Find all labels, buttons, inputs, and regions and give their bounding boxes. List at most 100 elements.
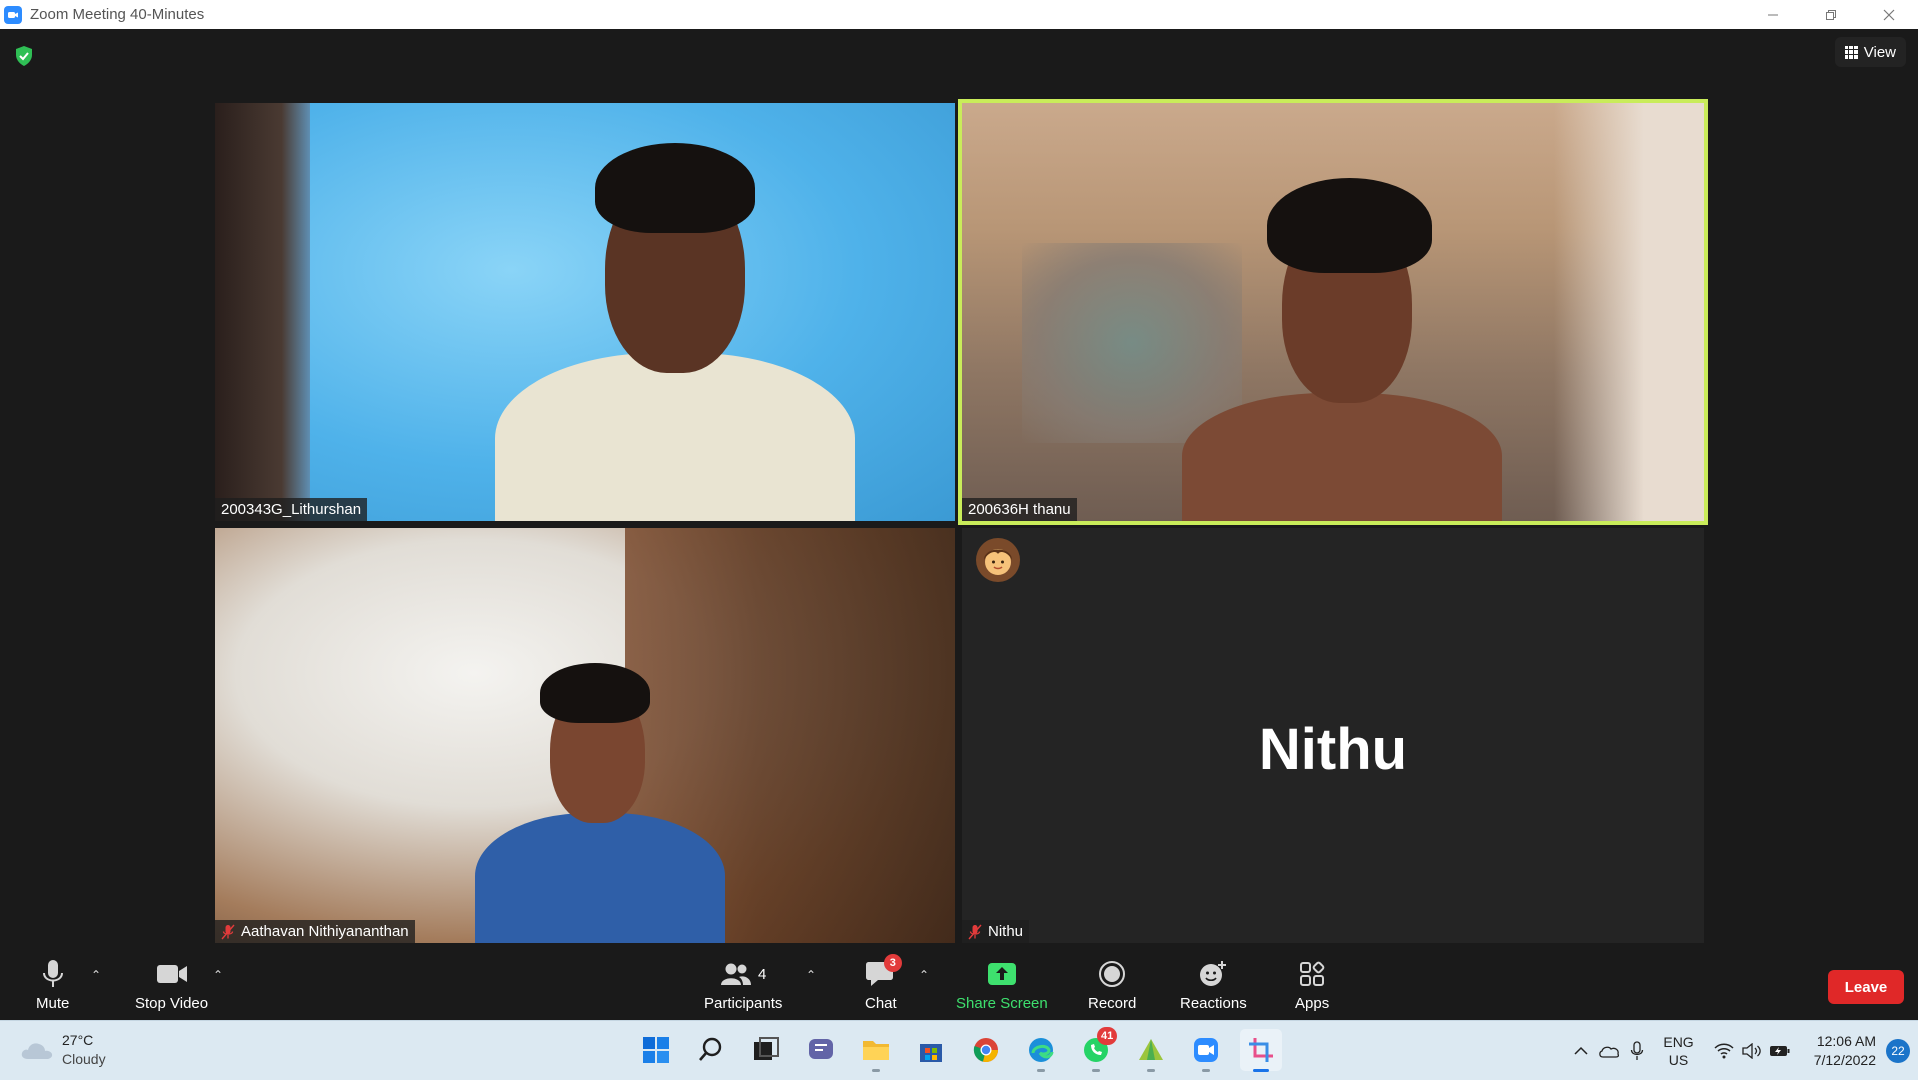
video-off-display-name: Nithu (1258, 717, 1408, 782)
snipping-tool-icon (1249, 1038, 1273, 1062)
video-tile-lithurshan[interactable]: 200343G_Lithurshan (215, 103, 955, 521)
participant-name: 200343G_Lithurshan (221, 501, 362, 518)
zoom-taskbar-button[interactable] (1185, 1029, 1227, 1072)
microphone-tray-button[interactable] (1623, 1037, 1651, 1065)
mute-label: Mute (36, 995, 70, 1012)
stop-video-label: Stop Video (135, 995, 209, 1012)
record-icon (1099, 961, 1126, 987)
restore-button[interactable] (1802, 0, 1860, 29)
record-label: Record (1088, 995, 1137, 1012)
participant-video (495, 123, 855, 521)
weather-condition: Cloudy (62, 1051, 106, 1067)
video-camera-icon (156, 965, 187, 983)
audio-options-caret-icon[interactable]: ⌃ (91, 968, 101, 982)
participant-name-label: Nithu (962, 920, 1030, 943)
view-label: View (1863, 43, 1896, 61)
participant-name: Nithu (988, 923, 1024, 940)
chat-options-caret-icon[interactable]: ⌃ (919, 968, 929, 982)
reactions-label: Reactions (1180, 995, 1247, 1012)
mic-muted-icon (968, 924, 982, 939)
clock-date: 7/12/2022 (1813, 1052, 1876, 1068)
task-view-icon (754, 1037, 779, 1060)
stop-video-button[interactable]: Stop Video (135, 958, 208, 1012)
weather-widget[interactable]: 27°C Cloudy (20, 1031, 106, 1069)
volume-button[interactable] (1738, 1037, 1766, 1065)
window-title: Zoom Meeting 40-Minutes (30, 6, 205, 23)
zoom-window: Zoom Meeting 40-Minutes View 200343G_Lit… (0, 0, 1918, 1080)
clock-time: 12:06 AM (1816, 1033, 1876, 1049)
show-hidden-icons-button[interactable] (1567, 1037, 1595, 1065)
participant-name: 200636H thanu (968, 501, 1071, 518)
zoom-icon (1194, 1038, 1218, 1062)
zoom-app-icon (4, 5, 22, 24)
edge-button[interactable] (1020, 1029, 1062, 1072)
meeting-controls: Mute ⌃ Stop Video ⌃ 4 Participants ⌃ 3 C… (0, 948, 1918, 1020)
chat-label: Chat (865, 995, 897, 1012)
view-button[interactable]: View (1834, 37, 1906, 67)
language-indicator[interactable]: ENG US (1663, 1033, 1693, 1069)
participants-button[interactable]: 4 Participants (704, 958, 782, 1012)
file-explorer-button[interactable] (855, 1029, 897, 1072)
participant-name-label: 200343G_Lithurshan (215, 498, 368, 521)
chat-button[interactable]: 3 Chat (865, 954, 902, 1012)
background-door (215, 103, 310, 521)
language-code: ENG (1663, 1034, 1694, 1050)
mic-muted-icon (221, 924, 235, 939)
battery-button[interactable] (1766, 1037, 1794, 1065)
record-button[interactable]: Record (1088, 958, 1136, 1012)
minimize-button[interactable] (1744, 0, 1802, 29)
notification-count-badge[interactable]: 22 (1886, 1039, 1910, 1063)
restore-icon (1826, 9, 1836, 20)
chevron-up-icon (1574, 1046, 1588, 1055)
share-screen-button[interactable]: Share Screen (956, 958, 1048, 1012)
whatsapp-button[interactable]: 41 (1075, 1027, 1118, 1072)
onedrive-button[interactable] (1595, 1037, 1623, 1065)
weather-temperature: 27°C (62, 1032, 94, 1048)
taskbar-pinned-apps: 41 (635, 1027, 1282, 1072)
chrome-icon (973, 1038, 998, 1062)
participants-label: Participants (704, 995, 783, 1012)
video-tile-thanu[interactable]: 200636H thanu (958, 99, 1708, 525)
windows-start-icon (643, 1037, 669, 1063)
microsoft-store-button[interactable] (910, 1029, 952, 1071)
apps-button[interactable]: Apps (1295, 958, 1329, 1012)
mute-button[interactable]: Mute (36, 958, 69, 1012)
participant-video (445, 648, 745, 943)
leave-button[interactable]: Leave (1828, 970, 1904, 1004)
clock[interactable]: 12:06 AM 7/12/2022 (1814, 1032, 1876, 1070)
title-bar: Zoom Meeting 40-Minutes (0, 0, 1918, 29)
share-screen-label: Share Screen (956, 995, 1048, 1012)
search-button[interactable] (690, 1029, 732, 1071)
wifi-button[interactable] (1710, 1037, 1738, 1065)
teams-chat-button[interactable] (800, 1029, 842, 1071)
windows-taskbar: 27°C Cloudy 41 ENG US 12:06 AM 7/12/2022… (0, 1020, 1918, 1080)
video-tile-nithu[interactable]: Nithu Nithu (962, 528, 1704, 943)
close-button[interactable] (1860, 0, 1918, 29)
participant-name-label: 200636H thanu (962, 498, 1077, 521)
security-shield-icon[interactable] (14, 45, 34, 67)
participants-icon (721, 963, 752, 985)
task-view-button[interactable] (745, 1029, 787, 1071)
participant-video (1182, 153, 1502, 521)
participants-options-caret-icon[interactable]: ⌃ (806, 968, 816, 982)
participant-name: Aathavan Nithiyananthan (241, 923, 409, 940)
participant-name-label: Aathavan Nithiyananthan (215, 920, 415, 943)
battery-charging-icon (1769, 1046, 1790, 1056)
store-icon (920, 1044, 942, 1062)
onedrive-cloud-icon (1599, 1046, 1620, 1058)
participants-count: 4 (758, 965, 767, 983)
share-screen-icon (987, 963, 1016, 985)
reactions-button[interactable]: Reactions (1180, 958, 1247, 1012)
close-icon (1883, 9, 1895, 20)
minimize-icon (1768, 14, 1778, 15)
video-options-caret-icon[interactable]: ⌃ (213, 968, 223, 982)
search-icon (699, 1037, 722, 1061)
snipping-tool-button[interactable] (1240, 1029, 1282, 1072)
app-launcher-button[interactable] (1130, 1029, 1172, 1072)
edge-icon (1029, 1038, 1054, 1062)
microphone-icon (42, 960, 63, 987)
video-tile-aathavan[interactable]: Aathavan Nithiyananthan (215, 528, 955, 943)
start-button[interactable] (635, 1029, 677, 1071)
speaker-icon (1742, 1043, 1761, 1059)
chrome-button[interactable] (965, 1029, 1007, 1071)
